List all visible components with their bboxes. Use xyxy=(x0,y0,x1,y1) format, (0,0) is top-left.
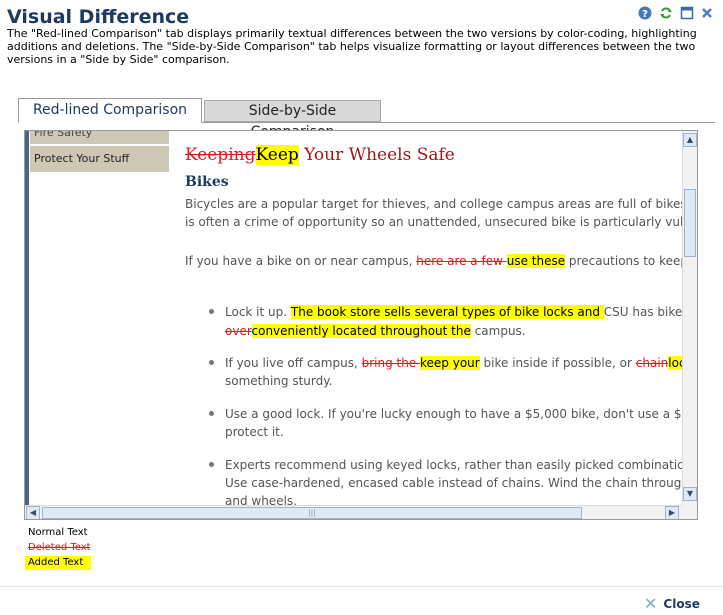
page-heading: KeepingKeep Your Wheels Safe xyxy=(185,145,455,165)
added-text: Keep xyxy=(255,145,299,165)
close-icon[interactable] xyxy=(700,6,714,20)
comparison-panel: Fire Safety Protect Your Stuff KeepingKe… xyxy=(24,130,698,520)
text: If you live off campus, xyxy=(225,356,362,370)
paragraph-line: is often a crime of opportunity so an un… xyxy=(185,215,683,229)
page-nav: Fire Safety Protect Your Stuff xyxy=(29,131,169,505)
vertical-scroll-thumb[interactable] xyxy=(684,189,696,257)
close-button-label: Close xyxy=(663,596,700,611)
svg-text:?: ? xyxy=(642,9,648,20)
legend-normal-text: Normal Text xyxy=(25,526,91,540)
bullet-icon xyxy=(209,462,214,467)
tab-side-by-side-comparison[interactable]: Side-by-Side Comparison xyxy=(204,100,381,140)
text: CSU has bike r xyxy=(603,305,683,319)
scroll-down-arrow-icon[interactable]: ▼ xyxy=(683,487,697,501)
bullet-icon xyxy=(209,360,214,365)
list-item-line: protect it. xyxy=(225,425,284,439)
maximize-icon[interactable] xyxy=(680,6,694,20)
added-text: lock xyxy=(668,356,683,370)
list-item-line: If you live off campus, bring the keep y… xyxy=(225,354,683,372)
heading-text: Your Wheels Safe xyxy=(298,145,455,165)
nav-item-protect-your-stuff[interactable]: Protect Your Stuff xyxy=(30,146,169,172)
horizontal-scroll-thumb[interactable]: ||| xyxy=(42,507,582,519)
deleted-text: here are a few xyxy=(416,254,507,268)
text: Lock it up. xyxy=(225,305,291,319)
section-heading: Bikes xyxy=(185,174,229,190)
horizontal-scrollbar[interactable]: ◀ ||| ▶ xyxy=(25,505,682,519)
added-text: The book store sells several types of bi… xyxy=(290,305,604,319)
added-text: use these xyxy=(506,254,566,268)
nav-item-fire-safety[interactable]: Fire Safety xyxy=(30,131,169,144)
deleted-text: Keeping xyxy=(185,145,256,165)
text: campus. xyxy=(470,324,526,338)
close-icon: ✕ xyxy=(644,594,658,613)
dialog-description: The "Red-lined Comparison" tab displays … xyxy=(7,27,697,66)
list-item-line: something sturdy. xyxy=(225,374,333,388)
comparison-content: KeepingKeep Your Wheels Safe Bikes Bicyc… xyxy=(185,131,683,505)
scroll-right-arrow-icon[interactable]: ▶ xyxy=(665,506,679,519)
text: bike inside if possible, or xyxy=(479,356,636,370)
added-text: keep your xyxy=(420,356,480,370)
deleted-text: over xyxy=(225,324,252,338)
tab-bar: Red-lined Comparison Side-by-Side Compar… xyxy=(18,98,715,140)
text: precautions to keep it xyxy=(568,254,683,268)
list-item-line: overconveniently located throughout the … xyxy=(225,322,526,340)
bullet-icon xyxy=(209,309,214,314)
legend-added-text: Added Text xyxy=(25,556,91,570)
footer-divider xyxy=(0,586,723,587)
vertical-scrollbar[interactable]: ▲ ▼ xyxy=(682,131,697,505)
help-icon[interactable]: ? xyxy=(638,6,652,20)
paragraph-line: If you have a bike on or near campus, he… xyxy=(185,252,683,270)
scroll-up-arrow-icon[interactable]: ▲ xyxy=(683,133,697,147)
close-button[interactable]: ✕ Close xyxy=(644,594,700,613)
refresh-icon[interactable] xyxy=(659,6,673,20)
deleted-text: bring the xyxy=(361,356,421,370)
dialog-title: Visual Difference xyxy=(7,6,190,28)
text: If you have a bike on or near campus, xyxy=(185,254,417,268)
list-item-line: and wheels. xyxy=(225,494,297,505)
list-item-line: Experts recommend using keyed locks, rat… xyxy=(225,458,683,472)
added-text: conveniently located throughout the xyxy=(251,324,471,338)
deleted-text: chain xyxy=(635,356,669,370)
list-item-line: Use case-hardened, encased cable instead… xyxy=(225,476,683,490)
legend-deleted-text: Deleted Text xyxy=(28,542,91,553)
list-item-line: Use a good lock. If you're lucky enough … xyxy=(225,407,683,421)
scroll-left-arrow-icon[interactable]: ◀ xyxy=(26,506,40,519)
tab-redlined-comparison[interactable]: Red-lined Comparison xyxy=(18,98,202,123)
bullet-icon xyxy=(209,411,214,416)
list-item-line: Lock it up. The book store sells several… xyxy=(225,303,683,321)
paragraph-line: Bicycles are a popular target for thieve… xyxy=(185,197,683,211)
scrollbar-corner xyxy=(682,505,697,519)
